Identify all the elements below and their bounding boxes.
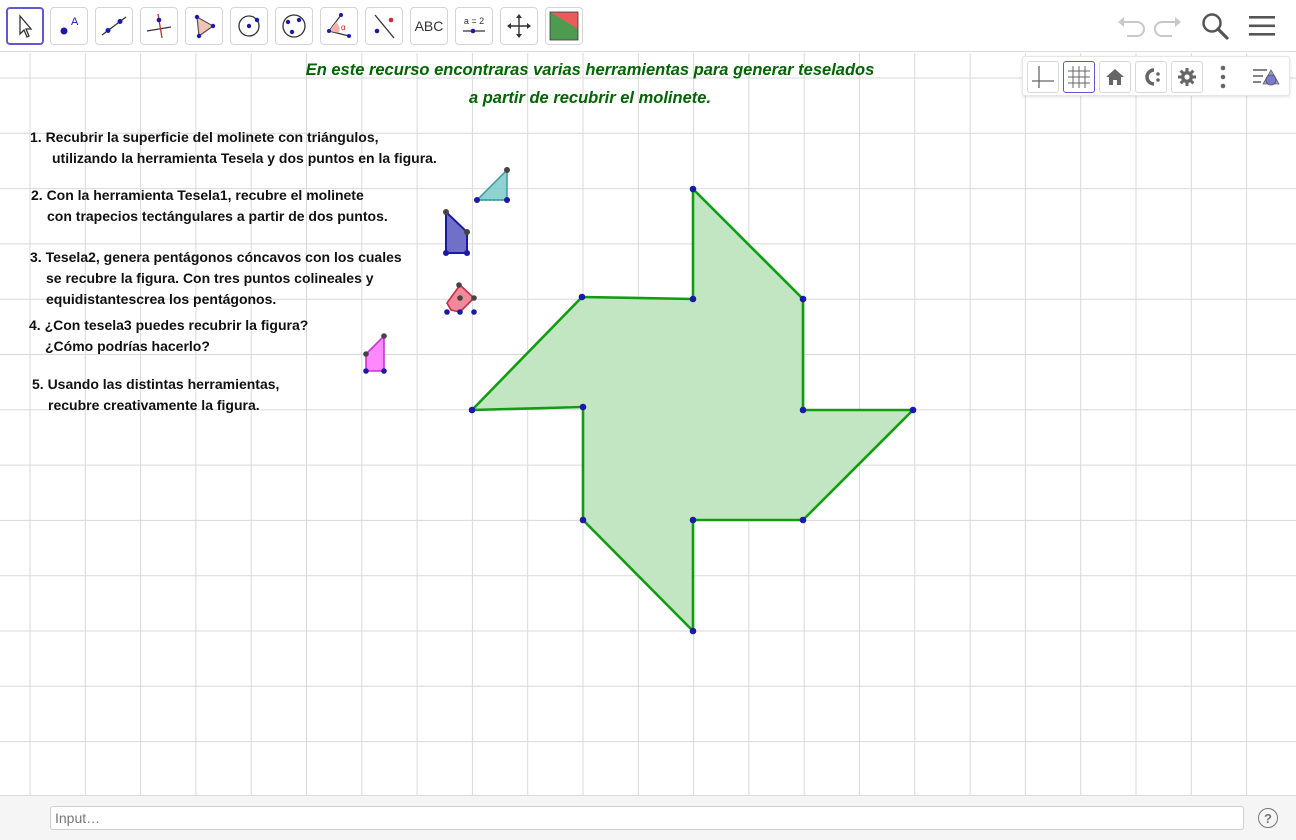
vertex-point[interactable] [909,406,917,414]
instruction-4-line-1: 4. ¿Con tesela3 puedes recubrir la figur… [29,317,309,333]
svg-text:a = 2: a = 2 [464,16,484,26]
instruction-5: 5. Usando las distintas herramientas, re… [32,374,279,416]
move-graphics-view-tool-button[interactable] [500,7,538,45]
redo-icon [1154,17,1181,37]
instruction-2: 2. Con la herramienta Tesela1, recubre e… [31,185,388,227]
perpendicular-icon [146,13,172,39]
point-icon: A [60,16,79,35]
instruction-3-line-3: equidistantescrea los pentágonos. [46,291,277,307]
angle-tool-button[interactable]: α [320,7,358,45]
instruction-2-line-1: 2. Con la herramienta Tesela1, recubre e… [31,187,364,203]
instruction-3-line-2: se recubre la figura. Con tres puntos co… [46,270,374,286]
help-button[interactable]: ? [1258,808,1278,828]
slider-icon: a = 2 [463,16,485,34]
toggle-stylebar-button[interactable] [1251,61,1283,93]
undo-icon [1118,17,1145,37]
line-tool-button[interactable] [95,7,133,45]
move-tool-button[interactable] [6,7,44,45]
svg-text:α: α [341,23,346,32]
instruction-4: 4. ¿Con tesela3 puedes recubrir la figur… [29,315,308,357]
redo-button[interactable] [1150,8,1186,44]
menu-icon [1249,16,1275,36]
label-style-icon [1145,68,1160,86]
instruction-5-line-1: 5. Usando las distintas herramientas, [32,376,280,392]
settings-button[interactable] [1171,61,1203,93]
point-tool-button[interactable]: A [50,7,88,45]
ellipse-icon [282,14,306,38]
instruction-2-line-2: con trapecios tectángulares a partir de … [47,208,388,224]
vertex-point[interactable] [578,293,586,301]
toggle-axes-button[interactable] [1027,61,1059,93]
vertex-point[interactable] [689,627,697,635]
undo-button[interactable] [1113,8,1149,44]
text-icon: ABC [414,18,444,34]
search-icon [1202,13,1229,40]
graphics-view[interactable]: En este recurso encontraras varias herra… [0,53,1296,795]
slider-tool-button[interactable]: a = 2 [455,7,493,45]
standard-view-button[interactable] [1099,61,1131,93]
axes-icon [1032,66,1054,88]
tesela-triangle[interactable] [474,167,510,203]
more-options-button[interactable] [1207,61,1239,93]
polygon-tool-button[interactable] [185,7,223,45]
title-line-1: En este recurso encontraras varias herra… [305,61,875,79]
instruction-1-line-2: utilizando la herramienta Tesela y dos p… [52,150,437,166]
polygon-icon [194,14,216,39]
geogebra-app: A α ABC a = 2 En este recurso encontrara… [0,0,1296,840]
vertex-point[interactable] [799,406,807,414]
reflect-icon [374,14,395,39]
text-tool-button[interactable]: ABC [410,7,448,45]
label-style-button[interactable] [1135,61,1167,93]
custom-tool-button[interactable] [545,7,583,45]
arrow-cursor-icon [19,14,33,38]
instruction-3: 3. Tesela2, genera pentágonos cóncavos c… [30,247,402,310]
instruction-1: 1. Recubrir la superficie del molinete c… [30,127,437,169]
main-menu-button[interactable] [1244,8,1280,44]
title-line-2: a partir de recubrir el molinete. [468,89,712,107]
conic-tool-button[interactable] [275,7,313,45]
vertex-point[interactable] [799,516,807,524]
vertex-point[interactable] [468,406,476,414]
move-view-icon [507,14,531,38]
toolbar: A α ABC a = 2 [0,0,1296,52]
circle-icon [238,15,260,37]
perpendicular-line-tool-button[interactable] [140,7,178,45]
input-bar: ? [0,795,1296,840]
instruction-5-line-2: recubre creativamente la figura. [48,397,260,413]
vertex-point[interactable] [579,403,587,411]
svg-text:A: A [71,16,79,28]
settings-icon [1178,68,1196,86]
vertex-point[interactable] [579,516,587,524]
search-button[interactable] [1197,8,1233,44]
circle-tool-button[interactable] [230,7,268,45]
instruction-3-line-1: 3. Tesela2, genera pentágonos cóncavos c… [30,249,402,265]
instruction-4-line-2: ¿Cómo podrías hacerlo? [45,338,210,354]
algebra-input[interactable] [50,806,1244,830]
angle-icon: α [327,13,351,38]
vertex-point[interactable] [799,295,807,303]
line-icon [101,16,127,36]
grid-icon [1068,66,1090,88]
vertex-point[interactable] [689,185,697,193]
toggle-stylebar-icon [1253,69,1280,86]
more-icon [1220,65,1226,89]
style-bar [1022,56,1290,96]
help-icon: ? [1264,810,1272,826]
reflect-tool-button[interactable] [365,7,403,45]
instruction-1-line-1: 1. Recubrir la superficie del molinete c… [30,129,379,145]
vertex-point[interactable] [689,295,697,303]
vertex-point[interactable] [689,516,697,524]
tesela3-shape[interactable] [363,333,387,374]
toggle-grid-button[interactable] [1063,61,1095,93]
tesela1-trapezoid[interactable] [443,209,470,256]
home-icon [1106,69,1124,85]
custom-tool-icon [549,11,579,41]
